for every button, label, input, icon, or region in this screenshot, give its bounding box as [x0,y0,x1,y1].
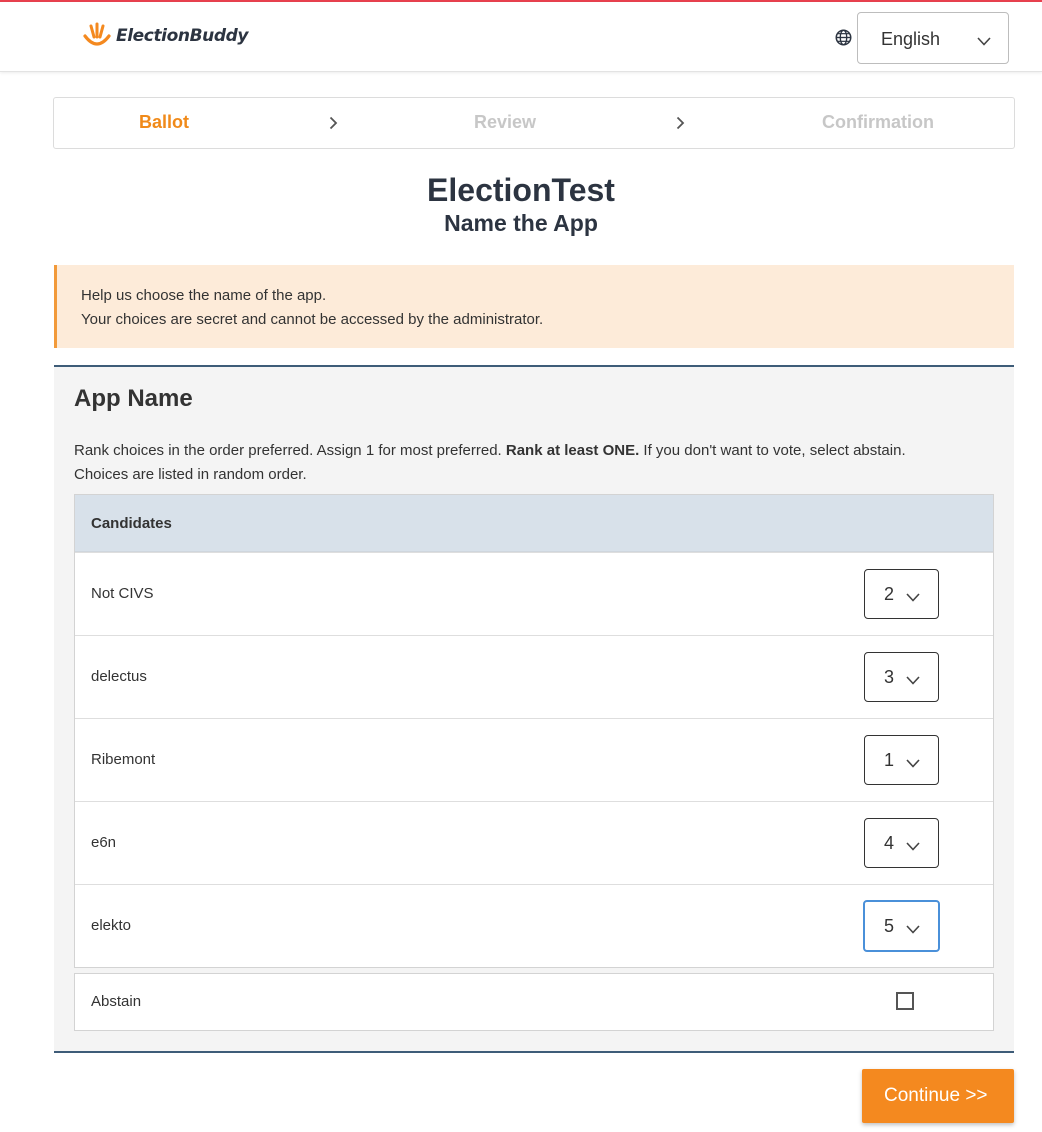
logo-mark-icon [83,22,111,46]
rank-value: 4 [884,833,895,853]
candidates-table: Candidates Not CIVS 2 delectus 3 Ribemon… [74,494,994,968]
candidate-name: e6n [91,834,117,851]
chevron-right-icon [329,116,338,130]
election-title: ElectionTest [427,172,615,208]
rank-value: 1 [884,750,895,770]
continue-button[interactable]: Continue >> [862,1069,1014,1123]
candidate-row: elekto 5 [75,884,993,967]
abstain-row: Abstain [74,973,994,1031]
chevron-down-icon [906,759,920,768]
abstain-label: Abstain [91,993,142,1010]
chevron-down-icon [906,676,920,685]
question-section: App Name Rank choices in the order prefe… [54,365,1014,1053]
chevron-down-icon [977,37,991,46]
candidates-table-header: Candidates [75,495,993,552]
ballot-progress-steps: Ballot Review Confirmation [53,97,1015,149]
candidate-row: Not CIVS 2 [75,552,993,635]
step-confirmation: Confirmation [822,112,934,132]
globe-icon [835,29,852,46]
candidate-name: delectus [91,668,147,685]
chevron-down-icon [906,925,920,934]
candidate-row: delectus 3 [75,635,993,718]
rank-value: 2 [884,584,895,604]
question-instructions: Rank choices in the order preferred. Ass… [74,439,974,487]
question-title: App Name [74,385,193,412]
rank-value: 3 [884,667,895,687]
chevron-down-icon [906,593,920,602]
candidate-name: elekto [91,917,132,934]
rank-select[interactable]: 4 [864,818,939,868]
election-subtitle: Name the App [444,210,598,236]
logo-text: ElectionBuddy [116,26,249,46]
notice-line-2: Your choices are secret and cannot be ac… [81,311,544,328]
rank-value: 5 [884,916,895,936]
notice-line-1: Help us choose the name of the app. [81,287,327,304]
abstain-checkbox[interactable] [896,992,914,1010]
site-header: ElectionBuddy English [0,2,1042,72]
candidate-name: Not CIVS [91,585,154,602]
rank-select[interactable]: 3 [864,652,939,702]
rank-select[interactable]: 5 [863,900,940,952]
candidates-header-label: Candidates [91,515,172,532]
step-review: Review [474,112,537,132]
candidate-name: Ribemont [91,751,156,768]
continue-button-label: Continue >> [884,1085,988,1106]
rank-select[interactable]: 1 [864,735,939,785]
candidate-row: Ribemont 1 [75,718,993,801]
instructions-abstain-text: If you don't want to vote, select abstai… [639,442,906,459]
instructions-random-order: Choices are listed in random order. [74,466,307,483]
language-selected-value: English [881,29,941,49]
election-notice: Help us choose the name of the app. Your… [54,265,1014,348]
chevron-down-icon [906,842,920,851]
electionbuddy-logo[interactable]: ElectionBuddy [82,22,248,50]
instructions-text: Rank choices in the order preferred. Ass… [74,442,506,459]
rank-select[interactable]: 2 [864,569,939,619]
chevron-right-icon [676,116,685,130]
candidate-row: e6n 4 [75,801,993,884]
step-ballot: Ballot [139,112,190,132]
language-select[interactable]: English [857,12,1009,64]
instructions-emphasis: Rank at least ONE. [505,442,640,459]
